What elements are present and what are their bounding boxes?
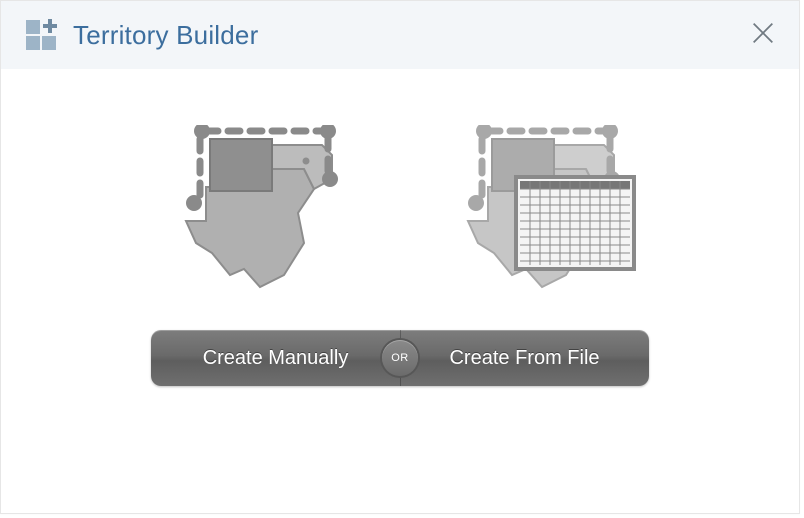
dialog-body: Create Manually OR Create From File [1,69,799,386]
dialog-title: Territory Builder [73,20,258,51]
illustration-row [164,125,636,290]
territory-builder-dialog: Territory Builder [0,0,800,514]
create-from-file-illustration [446,125,636,290]
create-manually-illustration [164,125,354,290]
territory-map-spreadsheet-icon [446,125,636,290]
territory-builder-logo-icon [23,17,59,53]
or-label: OR [391,352,409,364]
create-manually-label: Create Manually [203,347,349,370]
or-badge: OR [382,340,418,376]
close-icon [749,19,777,47]
create-manually-button[interactable]: Create Manually [151,330,400,386]
dialog-header: Territory Builder [1,1,799,69]
create-from-file-label: Create From File [449,347,599,370]
create-from-file-button[interactable]: Create From File [400,330,649,386]
close-button[interactable] [747,17,779,49]
action-button-bar: Create Manually OR Create From File [151,330,649,386]
territory-map-manual-icon [164,125,354,290]
